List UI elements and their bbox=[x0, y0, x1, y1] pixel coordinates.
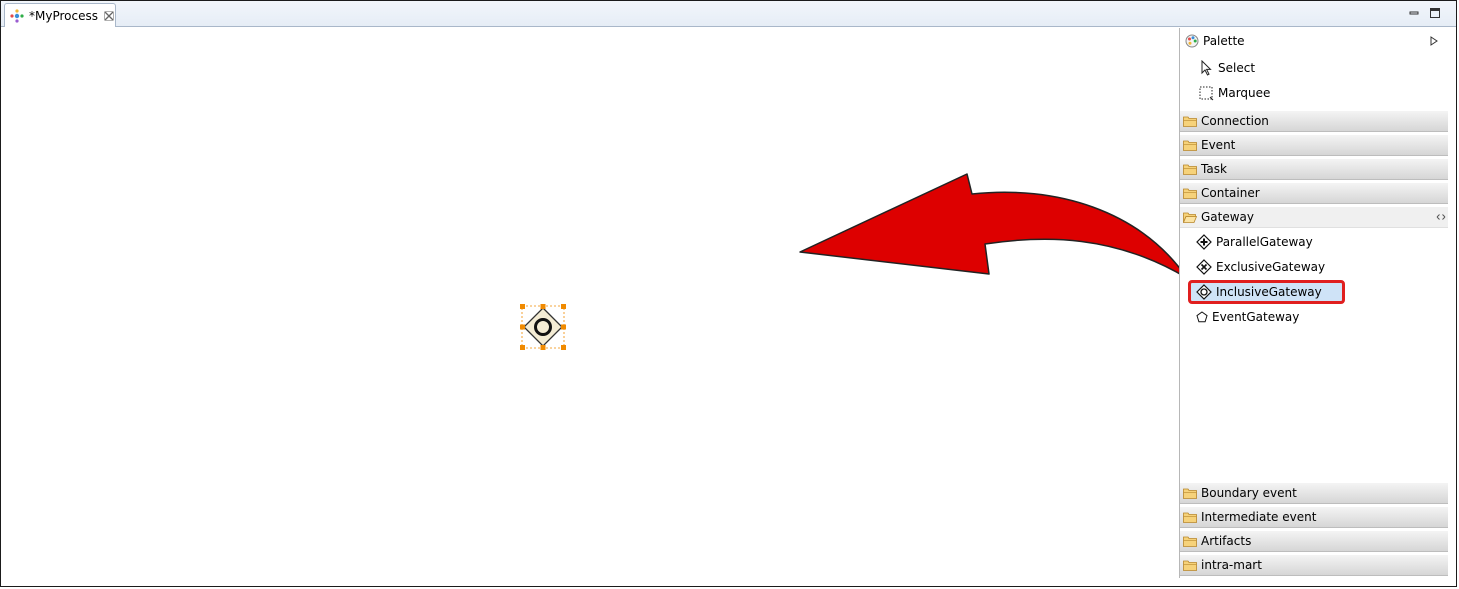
palette-item-inclusive-gateway[interactable]: InclusiveGateway bbox=[1180, 280, 1450, 304]
folder-icon bbox=[1183, 488, 1197, 499]
palette-item-parallel-gateway[interactable]: ParallelGateway bbox=[1180, 230, 1450, 254]
tool-select-label: Select bbox=[1218, 61, 1256, 75]
palette-header[interactable]: Palette bbox=[1180, 28, 1450, 54]
tool-select[interactable]: Select bbox=[1180, 57, 1450, 79]
folder-icon bbox=[1183, 188, 1197, 199]
palette-item-label: InclusiveGateway bbox=[1216, 285, 1322, 299]
close-icon[interactable] bbox=[104, 10, 114, 21]
parallel-gateway-icon bbox=[1196, 234, 1212, 250]
drawer-event[interactable]: Event bbox=[1180, 134, 1448, 156]
drawer-task[interactable]: Task bbox=[1180, 158, 1448, 180]
drawer-label: Intermediate event bbox=[1201, 510, 1317, 524]
palette-item-event-gateway[interactable]: EventGateway bbox=[1180, 305, 1450, 329]
folder-icon bbox=[1183, 116, 1197, 127]
process-icon bbox=[10, 8, 24, 23]
folder-icon bbox=[1183, 536, 1197, 547]
palette-item-label: EventGateway bbox=[1212, 310, 1300, 324]
palette-item-label: ParallelGateway bbox=[1216, 235, 1313, 249]
maximize-icon[interactable] bbox=[1429, 7, 1441, 19]
drawer-artifacts[interactable]: Artifacts bbox=[1180, 530, 1448, 552]
drawer-container[interactable]: Container bbox=[1180, 182, 1448, 204]
pin-drawer-icon[interactable] bbox=[1436, 213, 1446, 221]
palette-icon bbox=[1185, 34, 1199, 48]
inclusive-gateway-icon bbox=[1196, 284, 1212, 300]
minimize-icon[interactable] bbox=[1408, 7, 1420, 19]
marquee-icon bbox=[1199, 86, 1214, 101]
tool-marquee-label: Marquee bbox=[1218, 86, 1271, 100]
drawer-boundary-event[interactable]: Boundary event bbox=[1180, 482, 1448, 504]
folder-icon bbox=[1183, 560, 1197, 571]
drawer-label: Connection bbox=[1201, 114, 1269, 128]
palette-panel: Palette Select Marquee Connection Event … bbox=[1179, 28, 1449, 578]
drawer-label: Artifacts bbox=[1201, 534, 1252, 548]
drawer-label: Boundary event bbox=[1201, 486, 1297, 500]
drawer-label: Gateway bbox=[1201, 210, 1255, 224]
drawer-label: Event bbox=[1201, 138, 1236, 152]
exclusive-gateway-icon bbox=[1196, 259, 1212, 275]
drawer-intra-mart[interactable]: intra-mart bbox=[1180, 554, 1448, 576]
diagram-canvas[interactable] bbox=[2, 28, 1177, 583]
palette-item-label: ExclusiveGateway bbox=[1216, 260, 1326, 274]
folder-icon bbox=[1183, 164, 1197, 175]
drawer-gateway[interactable]: Gateway bbox=[1180, 206, 1448, 228]
palette-title: Palette bbox=[1203, 34, 1245, 48]
drawer-label: Task bbox=[1201, 162, 1227, 176]
tab-myprocess[interactable]: *MyProcess bbox=[4, 3, 116, 27]
folder-icon bbox=[1183, 140, 1197, 151]
drawer-intermediate-event[interactable]: Intermediate event bbox=[1180, 506, 1448, 528]
editor-tab-bar: *MyProcess bbox=[1, 1, 1456, 27]
drawer-label: intra-mart bbox=[1201, 558, 1262, 572]
tab-title: *MyProcess bbox=[29, 8, 98, 23]
drawer-label: Container bbox=[1201, 186, 1260, 200]
collapse-palette-icon[interactable] bbox=[1430, 36, 1438, 46]
pointer-icon bbox=[1201, 60, 1212, 76]
drawer-connection[interactable]: Connection bbox=[1180, 110, 1448, 132]
event-gateway-icon bbox=[1196, 311, 1208, 323]
folder-icon bbox=[1183, 512, 1197, 523]
open-folder-icon bbox=[1183, 212, 1197, 223]
palette-item-exclusive-gateway[interactable]: ExclusiveGateway bbox=[1180, 255, 1450, 279]
tool-marquee[interactable]: Marquee bbox=[1180, 82, 1450, 104]
inclusive-gateway-node[interactable] bbox=[519, 303, 567, 351]
